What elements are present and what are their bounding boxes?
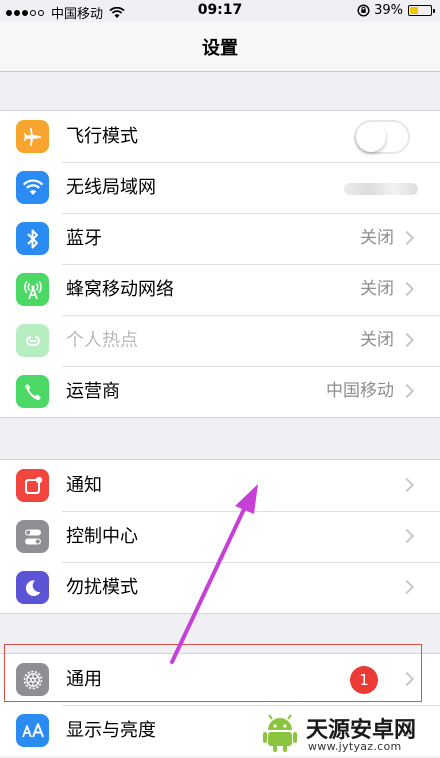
- row-label: 飞行模式: [66, 126, 138, 147]
- settings-group-notifications: 通知 控制中心 勿扰模式: [0, 459, 440, 614]
- row-value: 关闭: [360, 330, 394, 350]
- watermark-url: www.jytyaz.com: [308, 740, 402, 753]
- phone-icon: [16, 375, 49, 408]
- status-right: 39%: [357, 3, 435, 18]
- status-bar: 中国移动 09:17 39%: [0, 0, 440, 22]
- row-control-center[interactable]: 控制中心: [0, 511, 440, 562]
- row-label: 无线局域网: [66, 177, 156, 198]
- chevron-right-icon: [399, 230, 415, 246]
- settings-screen: 中国移动 09:17 39% 设置 飞行模式 无线局域网 蓝牙 关闭 蜂窝移动网…: [0, 0, 440, 758]
- settings-group-connectivity: 飞行模式 无线局域网 蓝牙 关闭 蜂窝移动网络 关闭 个人热点 关闭 运营商 中…: [0, 110, 440, 418]
- update-badge: 1: [350, 666, 378, 694]
- wifi-icon: [16, 171, 49, 204]
- android-robot-icon: [263, 714, 297, 752]
- page-title: 设置: [202, 37, 238, 59]
- row-label: 控制中心: [66, 526, 138, 547]
- chevron-right-icon: [399, 477, 415, 493]
- chevron-right-icon: [399, 281, 415, 297]
- navigation-bar: 设置: [0, 22, 440, 72]
- row-personal-hotspot[interactable]: 个人热点 关闭: [0, 315, 440, 366]
- cellular-icon: [16, 273, 49, 306]
- moon-icon: [16, 571, 49, 604]
- battery-percent: 39%: [374, 3, 403, 18]
- wifi-network-name-redacted: [344, 183, 418, 195]
- chevron-right-icon: [399, 383, 415, 399]
- watermark: 天源安卓网 www.jytyaz.com: [240, 708, 440, 758]
- row-label: 通知: [66, 475, 102, 496]
- chevron-right-icon: [399, 528, 415, 544]
- toggle-knob: [356, 122, 386, 152]
- row-bluetooth[interactable]: 蓝牙 关闭: [0, 213, 440, 264]
- row-cellular[interactable]: 蜂窝移动网络 关闭: [0, 264, 440, 315]
- row-do-not-disturb[interactable]: 勿扰模式: [0, 562, 440, 613]
- row-airplane-mode: 飞行模式: [0, 111, 440, 162]
- text-size-icon: [16, 714, 49, 747]
- notification-icon: [16, 469, 49, 502]
- row-carrier[interactable]: 运营商 中国移动: [0, 366, 440, 417]
- row-label: 蜂窝移动网络: [66, 279, 174, 300]
- airplane-mode-toggle[interactable]: [354, 120, 410, 154]
- row-label: 运营商: [66, 381, 120, 402]
- row-label: 通用: [66, 669, 102, 690]
- battery-icon: [408, 5, 435, 16]
- gear-icon: [16, 663, 49, 696]
- row-value: 中国移动: [326, 381, 394, 401]
- row-label: 显示与亮度: [66, 720, 156, 741]
- row-notifications[interactable]: 通知: [0, 460, 440, 511]
- chevron-right-icon: [399, 579, 415, 595]
- chevron-right-icon: [399, 332, 415, 348]
- bluetooth-icon: [16, 222, 49, 255]
- row-label: 勿扰模式: [66, 577, 138, 598]
- row-wifi[interactable]: 无线局域网: [0, 162, 440, 213]
- row-value: 关闭: [360, 279, 394, 299]
- row-general[interactable]: 通用 1: [0, 654, 440, 705]
- airplane-icon: [16, 120, 49, 153]
- chevron-right-icon: [399, 671, 415, 687]
- hotspot-icon: [16, 324, 49, 357]
- row-label: 蓝牙: [66, 228, 102, 249]
- orientation-lock-icon: [357, 4, 370, 17]
- control-center-icon: [16, 520, 49, 553]
- row-label: 个人热点: [66, 330, 138, 351]
- row-value: 关闭: [360, 228, 394, 248]
